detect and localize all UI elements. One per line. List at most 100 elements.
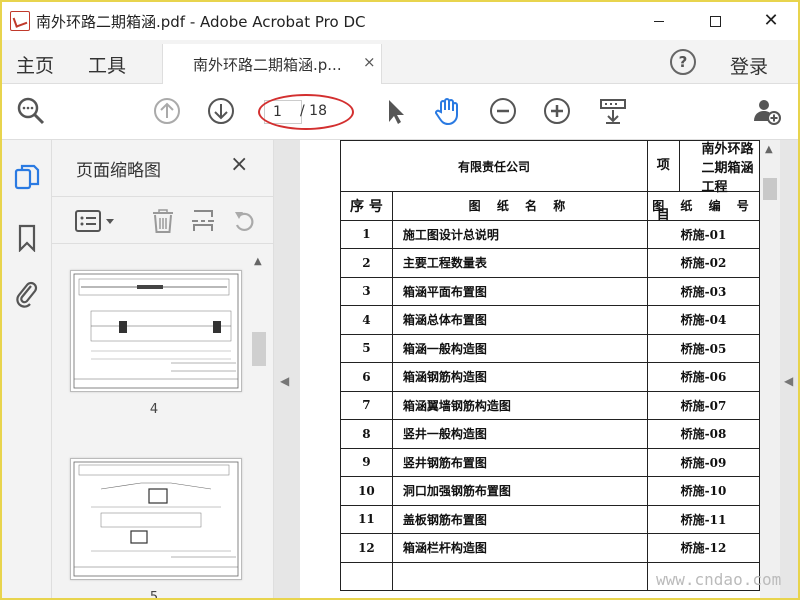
pdf-page: 有限责任公司 项 目 南外环路二期箱涵工程 序 号 图 纸 名 称 图 纸 编 … [300, 140, 760, 598]
table-cell-name: 箱涵平面布置图 [391, 276, 649, 306]
document-scrollbar[interactable]: ▲ [760, 140, 780, 598]
delete-icon[interactable] [150, 208, 176, 234]
scrollbar-thumb[interactable] [763, 178, 777, 200]
paperclip-icon[interactable] [14, 280, 40, 308]
main-toolbar: 1 / 18 [2, 84, 798, 140]
column-header-row: 序 号 图 纸 名 称 图 纸 编 号 [340, 191, 760, 221]
panel-toolbar [52, 196, 274, 244]
scroll-up-icon[interactable]: ▲ [765, 144, 773, 155]
hand-tool-icon[interactable] [432, 96, 462, 126]
table-cell-name: 箱涵钢筋构造图 [391, 362, 649, 392]
table-cell [340, 561, 393, 591]
thumbnail-drawing [73, 461, 239, 577]
table-cell-no: 5 [340, 333, 393, 363]
navigation-rail [2, 140, 52, 598]
table-cell-no: 9 [340, 447, 393, 477]
table-row: 9 竖井钢筋布置图 桥施-09 [340, 447, 760, 477]
minimize-icon [654, 20, 664, 22]
table-cell-name: 箱涵一般构造图 [391, 333, 649, 363]
thumbnail-drawing [73, 273, 239, 389]
window-title: 南外环路二期箱涵.pdf - Adobe Acrobat Pro DC [36, 13, 366, 31]
table-cell-code: 桥施-12 [647, 533, 760, 563]
table-cell-name: 盖板钢筋布置图 [391, 504, 649, 534]
insert-page-icon[interactable] [190, 208, 216, 234]
page-thumbnail[interactable] [70, 270, 242, 392]
previous-page-icon[interactable] [152, 96, 182, 126]
table-cell-no: 4 [340, 305, 393, 335]
table-cell-name: 竖井一般构造图 [391, 419, 649, 449]
watermark: www.cndao.com [656, 570, 782, 589]
table-row: 2 主要工程数量表 桥施-02 [340, 248, 760, 278]
expand-pane-icon[interactable]: ◀ [784, 374, 793, 388]
project-row: 项 目 南外环路二期箱涵工程 [647, 140, 760, 223]
thumbnail-page-number: 4 [149, 402, 159, 417]
panel-title: 页面缩略图 [76, 161, 161, 181]
table-cell-name: 箱涵翼墙钢筋构造图 [391, 390, 649, 420]
help-icon[interactable]: ? [670, 49, 696, 75]
col-header-name: 图 纸 名 称 [391, 191, 649, 221]
table-cell-name: 箱涵总体布置图 [391, 305, 649, 335]
add-user-icon[interactable] [752, 96, 782, 126]
table-cell-no: 10 [340, 476, 393, 506]
table-row: 5 箱涵一般构造图 桥施-05 [340, 333, 760, 363]
table-cell-code: 桥施-05 [647, 333, 760, 363]
scrollbar-thumb[interactable] [252, 332, 266, 366]
select-cursor-icon[interactable] [380, 96, 410, 126]
document-tab[interactable]: 南外环路二期箱涵.p... × [162, 44, 382, 84]
table-cell-no: 7 [340, 390, 393, 420]
page-thumbnails-icon[interactable] [14, 164, 40, 192]
bookmark-icon[interactable] [14, 224, 40, 252]
next-page-icon[interactable] [206, 96, 236, 126]
document-view: 有限责任公司 项 目 南外环路二期箱涵工程 序 号 图 纸 名 称 图 纸 编 … [274, 140, 798, 598]
search-zoom-icon[interactable] [16, 96, 46, 126]
table-cell-code: 桥施-08 [647, 419, 760, 449]
table-row: 11 盖板钢筋布置图 桥施-11 [340, 504, 760, 534]
acrobat-window: 南外环路二期箱涵.pdf - Adobe Acrobat Pro DC ✕ 主页… [0, 0, 800, 600]
table-cell-code: 桥施-03 [647, 276, 760, 306]
document-tab-close-icon[interactable]: × [363, 53, 376, 71]
table-cell-code: 桥施-02 [647, 248, 760, 278]
document-tab-label: 南外环路二期箱涵.p... [193, 56, 342, 74]
table-cell-code: 桥施-11 [647, 504, 760, 534]
table-cell-name: 施工图设计总说明 [391, 219, 649, 249]
table-cell-no: 3 [340, 276, 393, 306]
table-cell-name: 洞口加强钢筋布置图 [391, 476, 649, 506]
rotate-icon[interactable] [232, 208, 258, 234]
maximize-button[interactable] [692, 6, 738, 36]
table-row: 4 箱涵总体布置图 桥施-04 [340, 305, 760, 335]
table-cell-no: 12 [340, 533, 393, 563]
page-thumbnail[interactable] [70, 458, 242, 580]
minimize-button[interactable] [636, 6, 682, 36]
collapse-panel-icon[interactable]: ◀ [280, 374, 289, 388]
table-row: 8 竖井一般构造图 桥施-08 [340, 419, 760, 449]
panel-close-icon[interactable]: × [230, 152, 248, 177]
zoom-out-icon[interactable] [488, 96, 518, 126]
project-name: 南外环路二期箱涵工程 [701, 141, 754, 195]
table-row: 10 洞口加强钢筋布置图 桥施-10 [340, 476, 760, 506]
table-row: 1 施工图设计总说明 桥施-01 [340, 219, 760, 249]
scroll-up-icon[interactable]: ▲ [254, 256, 262, 267]
acrobat-app-icon [10, 11, 30, 31]
menu-home[interactable]: 主页 [16, 51, 54, 78]
table-cell-name: 主要工程数量表 [391, 248, 649, 278]
options-menu-icon[interactable] [74, 208, 116, 234]
login-link[interactable]: 登录 [730, 52, 768, 79]
thumbnail-panel: 页面缩略图 × 4 5 ▲ [52, 140, 274, 600]
thumbnail-list: 4 5 [52, 252, 256, 600]
thumbnail-scrollbar[interactable]: ▲ [250, 252, 268, 598]
highlight-annotation [258, 94, 354, 130]
table-row: 3 箱涵平面布置图 桥施-03 [340, 276, 760, 306]
thumbnail-page-number: 5 [149, 590, 159, 600]
col-header-no: 序 号 [340, 191, 393, 221]
table-row: 7 箱涵翼墙钢筋构造图 桥施-07 [340, 390, 760, 420]
table-row: 12 箱涵栏杆构造图 桥施-12 [340, 533, 760, 563]
page-fit-icon[interactable] [598, 96, 628, 126]
table-cell-code: 桥施-09 [647, 447, 760, 477]
table-cell-name: 竖井钢筋布置图 [391, 447, 649, 477]
menu-tools[interactable]: 工具 [88, 51, 126, 78]
table-cell-code: 桥施-06 [647, 362, 760, 392]
zoom-in-icon[interactable] [542, 96, 572, 126]
table-cell [391, 561, 649, 591]
table-cell-no: 11 [340, 504, 393, 534]
close-button[interactable]: ✕ [748, 6, 794, 36]
